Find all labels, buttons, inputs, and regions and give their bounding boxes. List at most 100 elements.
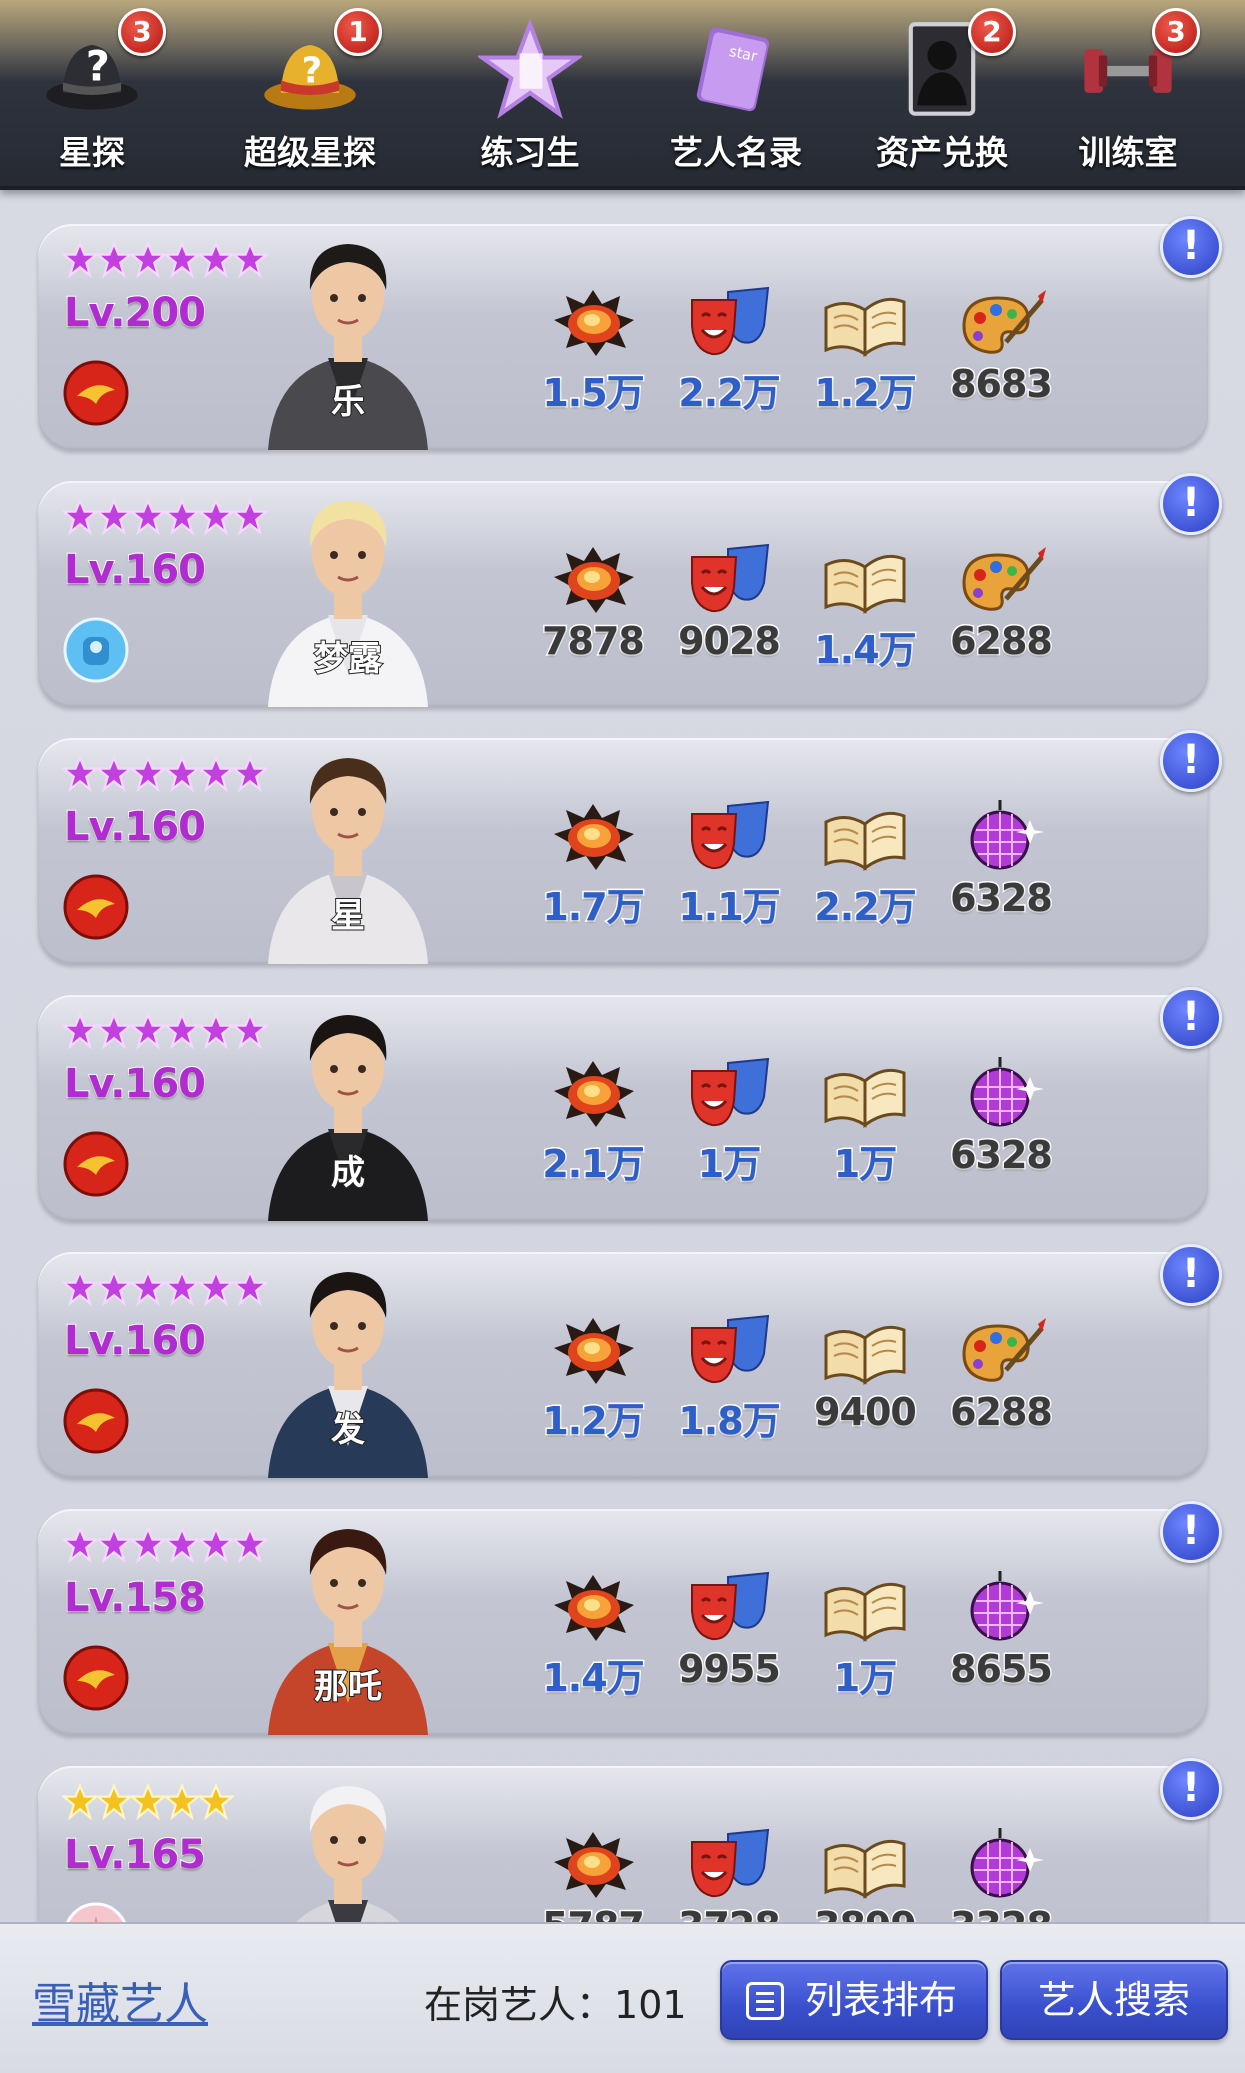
- stat-value: 6288: [949, 618, 1055, 665]
- explosion-icon: [554, 1061, 634, 1127]
- alert-icon[interactable]: !: [1160, 987, 1222, 1049]
- artist-portrait-frame: [238, 1760, 458, 1922]
- alert-icon[interactable]: !: [1160, 730, 1222, 792]
- drama-mask-icon: [691, 1828, 770, 1898]
- explosion-icon-wrap: [548, 1314, 638, 1388]
- artist-stat: 3328: [916, 1828, 1086, 1922]
- artist-level: Lv.158: [63, 1574, 207, 1622]
- drama-mask-icon-wrap: [684, 1571, 774, 1645]
- palette-icon: [962, 1318, 1046, 1382]
- disco-ball-icon: [970, 1828, 1044, 1898]
- star-icon: [130, 1525, 166, 1564]
- faction-badge[interactable]: [63, 1131, 129, 1197]
- nav-label: 资产兑换: [876, 133, 1008, 172]
- nav-item-artist-directory[interactable]: star 艺人名录: [656, 0, 816, 186]
- drama-mask-icon-wrap: [684, 543, 774, 617]
- faction-red-icon: [63, 1388, 129, 1454]
- artist-card[interactable]: Lv.160 梦露 7878 9028 1.4万 6288!: [38, 473, 1222, 707]
- disco-ball-icon: [970, 1571, 1044, 1641]
- disco-ball-icon: [970, 800, 1044, 870]
- artist-stat: 8655: [916, 1571, 1086, 1721]
- book-icon: [824, 554, 906, 614]
- book-icon: [824, 1068, 906, 1128]
- stat-value: 6288: [949, 1389, 1055, 1436]
- disco-ball-icon: [970, 1057, 1044, 1127]
- nav-item-asset-exchange[interactable]: 资产兑换 2: [862, 0, 1022, 186]
- faction-red-icon: [63, 1645, 129, 1711]
- palette-icon-wrap: [956, 1314, 1046, 1388]
- artist-card[interactable]: Lv.160 发 1.2万 1.8万 9400 6288!: [38, 1244, 1222, 1478]
- star-icon: [164, 1011, 200, 1050]
- artist-card[interactable]: Lv.158 那吒 1.4万 9955 1万 8655!: [38, 1501, 1222, 1735]
- star-icon: [198, 240, 234, 279]
- artist-card[interactable]: Lv.1655787372838993328!: [38, 1758, 1222, 1922]
- explosion-icon-wrap: [548, 800, 638, 874]
- drama-mask-icon-wrap: [684, 1828, 774, 1902]
- svg-text:?: ?: [302, 50, 323, 91]
- faction-badge[interactable]: [63, 1645, 129, 1711]
- nav-item-trainee[interactable]: 练习生: [450, 0, 610, 186]
- alert-icon[interactable]: !: [1160, 1244, 1222, 1306]
- frozen-artists-link[interactable]: 雪藏艺人: [32, 1968, 208, 2032]
- drama-mask-icon: [691, 1057, 770, 1127]
- stat-value: 8683: [949, 361, 1055, 408]
- artist-card[interactable]: Lv.160 星 1.7万 1.1万 2.2万 6328!: [38, 730, 1222, 964]
- artist-search-button[interactable]: 艺人搜索: [1000, 1960, 1228, 2040]
- faction-badge[interactable]: [63, 617, 129, 683]
- list-layout-button[interactable]: 列表排布: [720, 1960, 988, 2040]
- disco-ball-icon-wrap: [956, 1828, 1046, 1902]
- faction-badge[interactable]: [63, 874, 129, 940]
- star-icon: [62, 1011, 98, 1050]
- star-icon: [130, 497, 166, 536]
- star-icon: [164, 1525, 200, 1564]
- book-icon: [824, 297, 906, 357]
- star-rating: [62, 1009, 268, 1057]
- star-icon: [164, 1268, 200, 1307]
- artist-stat: 6328: [916, 800, 1086, 950]
- explosion-icon-wrap: [548, 1828, 638, 1902]
- artist-card[interactable]: Lv.200 乐 1.5万 2.2万 1.2万 8683!: [38, 216, 1222, 450]
- nav-label: 艺人名录: [670, 133, 802, 172]
- artist-level: Lv.160: [63, 546, 207, 594]
- star-rating: [62, 495, 268, 543]
- alert-icon[interactable]: !: [1160, 1758, 1222, 1820]
- book-icon-wrap: [820, 800, 910, 874]
- faction-badge[interactable]: [63, 1388, 129, 1454]
- explosion-icon-wrap: [548, 543, 638, 617]
- alert-icon[interactable]: !: [1160, 216, 1222, 278]
- stat-value: 3328: [916, 1903, 1086, 1923]
- faction-badge[interactable]: [63, 1902, 129, 1922]
- palette-icon-wrap: [956, 286, 1046, 360]
- book-icon: [824, 1839, 906, 1899]
- notification-badge: 1: [334, 8, 382, 56]
- drama-mask-icon-wrap: [684, 1057, 774, 1131]
- drama-mask-icon: [691, 1571, 770, 1641]
- artist-list[interactable]: Lv.200 乐 1.5万 2.2万 1.2万 8683! Lv.160 梦露 7878 9028…: [0, 190, 1245, 1922]
- book-icon-wrap: [820, 1314, 910, 1388]
- artist-name: 梦露: [313, 638, 383, 680]
- nav-label: 星探: [59, 133, 125, 172]
- artist-card[interactable]: Lv.160 成 2.1万 1万 1万 6328!: [38, 987, 1222, 1221]
- star-icon: [96, 1268, 132, 1307]
- drama-mask-icon: [691, 543, 770, 613]
- star-rating: [62, 1266, 268, 1314]
- alert-icon[interactable]: !: [1160, 1501, 1222, 1563]
- book-icon: [824, 811, 906, 871]
- alert-icon[interactable]: !: [1160, 473, 1222, 535]
- star-icon: [198, 1268, 234, 1307]
- explosion-icon-wrap: [548, 1057, 638, 1131]
- star-icon: [164, 240, 200, 279]
- nav-item-scout[interactable]: ? 星探 3: [12, 0, 172, 186]
- artist-name: 星: [330, 895, 366, 937]
- faction-badge[interactable]: [63, 360, 129, 426]
- drama-mask-icon-wrap: [684, 286, 774, 360]
- palette-icon: [962, 290, 1046, 354]
- star-icon: [96, 1782, 132, 1821]
- nav-item-super-scout[interactable]: ? 超级星探 1: [230, 0, 390, 186]
- faction-blue-icon: [63, 617, 129, 683]
- star-icon: [62, 497, 98, 536]
- active-artists-number: 101: [614, 1983, 687, 2027]
- nav-item-training-room[interactable]: 训练室 3: [1048, 0, 1208, 186]
- disco-ball-icon-wrap: [956, 1057, 1046, 1131]
- trainee-star-icon: [478, 18, 582, 119]
